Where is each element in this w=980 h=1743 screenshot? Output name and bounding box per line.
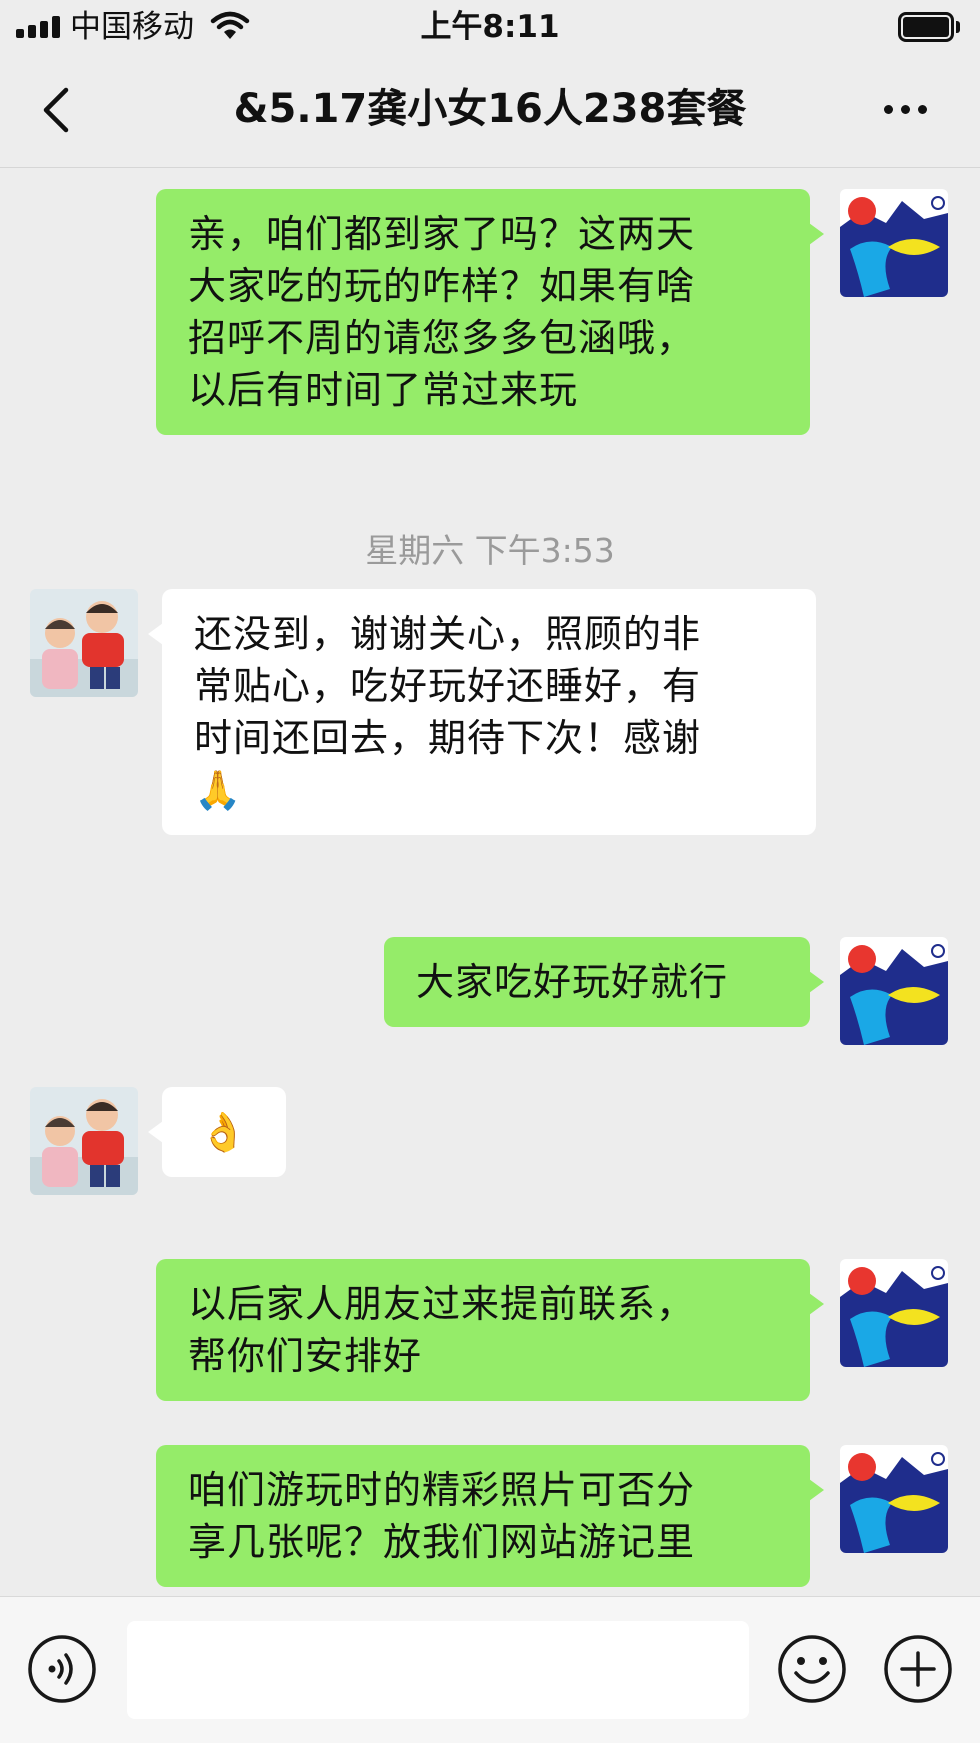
message-bubble[interactable]: 咱们游玩时的精彩照片可否分 享几张呢？放我们网站游记里 xyxy=(156,1445,824,1587)
input-bar xyxy=(0,1596,980,1743)
message-incoming: 还没到，谢谢关心，照顾的非 常贴心，吃好玩好还睡好，有 时间还回去，期待下次！感… xyxy=(0,569,980,839)
message-outgoing: 亲，咱们都到家了吗？这两天 大家吃的玩的咋样？如果有啥 招呼不周的请您多多包涵哦… xyxy=(0,169,980,459)
ok-hand-emoji: 👌 xyxy=(199,1110,249,1154)
message-outgoing: 咱们游玩时的精彩照片可否分 享几张呢？放我们网站游记里 xyxy=(0,1445,980,1596)
message-input[interactable] xyxy=(127,1621,749,1719)
back-button[interactable] xyxy=(30,80,90,140)
chat-area[interactable]: 亲，咱们都到家了吗？这两天 大家吃的玩的咋样？如果有啥 招呼不周的请您多多包涵哦… xyxy=(0,169,980,1596)
emoji-button[interactable] xyxy=(776,1633,848,1705)
more-dots-icon xyxy=(884,105,893,114)
message-outgoing: 大家吃好玩好就行 xyxy=(0,917,980,1047)
message-line: 享几张呢？放我们网站游记里 xyxy=(188,1520,696,1564)
self-avatar[interactable] xyxy=(840,1259,948,1367)
message-bubble[interactable]: 以后家人朋友过来提前联系， 帮你们安排好 xyxy=(156,1259,824,1401)
message-line: 咱们游玩时的精彩照片可否分 xyxy=(188,1468,696,1512)
more-button[interactable] xyxy=(870,94,940,124)
message-line: 常贴心，吃好玩好还睡好，有 xyxy=(194,664,702,708)
message-bubble[interactable]: 大家吃好玩好就行 xyxy=(384,937,824,1027)
self-avatar[interactable] xyxy=(840,189,948,297)
message-bubble[interactable]: 还没到，谢谢关心，照顾的非 常贴心，吃好玩好还睡好，有 时间还回去，期待下次！感… xyxy=(148,589,816,835)
voice-icon xyxy=(28,1635,96,1703)
nav-bar: &5.17龚小女16人238套餐 xyxy=(0,54,980,168)
self-avatar[interactable] xyxy=(840,937,948,1045)
message-line: 大家吃的玩的咋样？如果有啥 xyxy=(188,264,696,308)
message-line: 时间还回去，期待下次！感谢 xyxy=(194,716,702,760)
message-line: 亲，咱们都到家了吗？这两天 xyxy=(188,212,696,256)
battery-icon xyxy=(898,12,960,42)
voice-button[interactable] xyxy=(26,1633,98,1705)
timestamp: 星期六 下午3:53 xyxy=(365,531,615,570)
message-outgoing: 以后家人朋友过来提前联系， 帮你们安排好 xyxy=(0,1259,980,1439)
plus-circle-icon xyxy=(884,1635,952,1703)
plus-button[interactable] xyxy=(882,1633,954,1705)
message-line: 招呼不周的请您多多包涵哦， xyxy=(188,316,696,360)
chevron-left-icon xyxy=(43,87,69,133)
message-line: 大家吃好玩好就行 xyxy=(416,960,729,1004)
message-incoming: 👌 xyxy=(0,1087,980,1217)
status-time: 上午8:11 xyxy=(420,9,560,45)
message-line: 以后家人朋友过来提前联系， xyxy=(188,1282,696,1326)
chat-title: &5.17龚小女16人238套餐 xyxy=(233,86,747,132)
status-bar: 中国移动 上午8:11 xyxy=(0,0,980,54)
smiley-icon xyxy=(778,1635,846,1703)
message-bubble[interactable]: 亲，咱们都到家了吗？这两天 大家吃的玩的咋样？如果有啥 招呼不周的请您多多包涵哦… xyxy=(156,189,824,435)
message-line: 以后有时间了常过来玩 xyxy=(188,368,579,412)
contact-avatar[interactable] xyxy=(30,1087,138,1195)
message-line: 还没到，谢谢关心，照顾的非 xyxy=(194,612,702,656)
contact-avatar[interactable] xyxy=(30,589,138,697)
message-bubble[interactable]: 👌 xyxy=(148,1087,286,1177)
praying-hands-emoji: 🙏 xyxy=(194,768,243,812)
self-avatar[interactable] xyxy=(840,1445,948,1553)
message-line: 帮你们安排好 xyxy=(188,1334,423,1378)
